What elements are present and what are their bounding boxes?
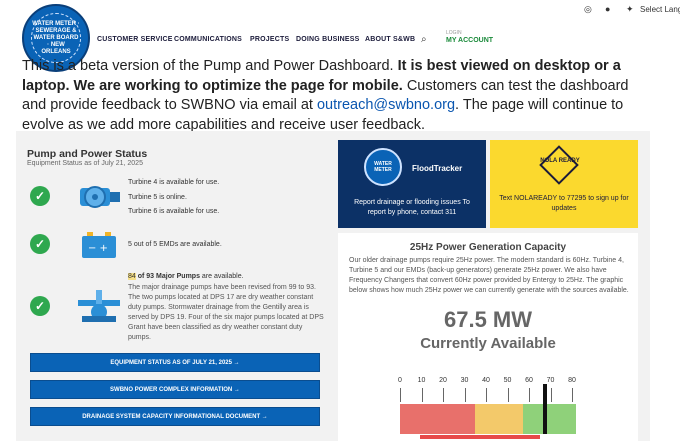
pumps-detail: The major drainage pumps have been revis…	[128, 284, 324, 341]
search-icon[interactable]: ⌕	[421, 34, 427, 45]
generation-value: 67.5 MW	[443, 307, 533, 332]
battery-icon: − +	[82, 232, 116, 258]
gauge-tick-line	[529, 388, 530, 402]
nolaready-card[interactable]: NOLA READY Text NOLAREADY to 77295 to si…	[490, 140, 638, 228]
generation-text: Our older drainage pumps require 25Hz po…	[349, 257, 629, 294]
account-login-label: LOGIN	[446, 30, 462, 36]
facebook-icon[interactable]: ●	[605, 4, 610, 14]
instagram-icon[interactable]: ◎	[584, 4, 592, 15]
gauge-tick-label: 60	[525, 377, 533, 384]
equipment-status-button[interactable]: EQUIPMENT STATUS AS OF JULY 21, 2025 →	[30, 353, 320, 372]
pumps-suffix: are available.	[199, 273, 244, 280]
floodtracker-title: FloodTracker	[412, 164, 463, 173]
check-icon: ✓	[30, 186, 50, 206]
emd-status: 5 out of 5 EMDs are available.	[128, 241, 222, 248]
gauge-tick-label: 10	[417, 377, 426, 384]
gauge-tick-label: 30	[460, 377, 469, 384]
twitter-icon[interactable]: ✦	[626, 4, 634, 15]
nav-doing-business[interactable]: DOING BUSINESS	[296, 36, 359, 43]
check-icon: ✓	[30, 234, 50, 254]
power-complex-info-button[interactable]: SWBNO POWER COMPLEX INFORMATION →	[30, 380, 320, 399]
nolaready-desc: Text NOLAREADY to 77295 to sign up for u…	[499, 195, 629, 212]
generation-status: Currently Available	[420, 335, 556, 352]
generation-title: 25Hz Power Generation Capacity	[409, 242, 567, 253]
nav-communications[interactable]: COMMUNICATIONS	[174, 36, 242, 43]
gauge-tick-line	[400, 388, 401, 402]
gauge-tick-line	[421, 388, 423, 402]
floodtracker-desc: Report drainage or flooding issues To re…	[354, 199, 470, 216]
equipment-status-date: Equipment Status as of July 21, 2025	[27, 160, 143, 167]
nav-customer-service[interactable]: CUSTOMER SERVICE	[97, 36, 173, 43]
nav-projects[interactable]: PROJECTS	[250, 36, 289, 43]
pump-power-title: Pump and Power Status	[27, 148, 148, 160]
check-icon: ✓	[30, 296, 50, 316]
pumps-available-count: 84	[128, 273, 136, 280]
gauge-tick-line	[486, 388, 487, 402]
pumps-total: of 93 Major Pumps	[135, 273, 200, 280]
my-account-link[interactable]: MY ACCOUNT	[446, 37, 493, 44]
top-bar: ◎ ● ✦ Select Langu	[0, 0, 680, 22]
gauge-tick-label: 0	[398, 377, 402, 384]
email-link[interactable]: outreach@swbno.org	[317, 97, 455, 113]
nolaready-badge-icon	[539, 145, 579, 185]
pumps-status-line: 84 of 93 Major Pumps are available.	[128, 273, 244, 280]
gauge-segment	[522, 404, 577, 434]
turbine-icon	[80, 186, 120, 208]
gauge-tick-line	[464, 388, 466, 402]
gauge-tick-line	[507, 388, 509, 402]
gauge-tick-label: 50	[503, 377, 512, 384]
gauge-tick-label: 80	[568, 377, 576, 384]
gauge-tick-line	[443, 388, 444, 402]
gauge-segment	[475, 404, 523, 434]
gauge-tick-label: 20	[439, 377, 447, 384]
logo-text: WATER METER · SEWERAGE & WATER BOARD · N…	[31, 13, 81, 63]
turbine-5-status: Turbine 5 is online.	[128, 194, 187, 201]
turbine-6-status: Turbine 6 is available for use.	[128, 208, 220, 215]
nolaready-badge: NOLA READY	[540, 158, 580, 164]
pump-icon	[78, 290, 120, 322]
gauge-segment	[400, 404, 476, 434]
notice-text-1: This is a beta version of the Pump and P…	[22, 58, 398, 74]
gauge-tick-line	[572, 388, 573, 402]
svg-text:− +: − +	[88, 243, 108, 254]
turbine-4-status: Turbine 4 is available for use.	[128, 179, 220, 186]
gauge-marker	[543, 384, 548, 434]
gauge-tick-label: 40	[482, 377, 490, 384]
nav-about[interactable]: ABOUT S&WB	[365, 36, 415, 43]
language-selector[interactable]: Select Langu	[640, 5, 680, 14]
gauge-tick-line	[550, 388, 552, 402]
floodtracker-card[interactable]: WATER METER FloodTracker Report drainage…	[338, 140, 486, 228]
floodtracker-logo: WATER METER	[364, 148, 402, 186]
legend-peek	[420, 435, 540, 439]
beta-notice: This is a beta version of the Pump and P…	[22, 57, 632, 135]
gauge-tick-label: 70	[546, 377, 555, 384]
drainage-capacity-doc-button[interactable]: DRAINAGE SYSTEM CAPACITY INFORMATIONAL D…	[30, 407, 320, 426]
